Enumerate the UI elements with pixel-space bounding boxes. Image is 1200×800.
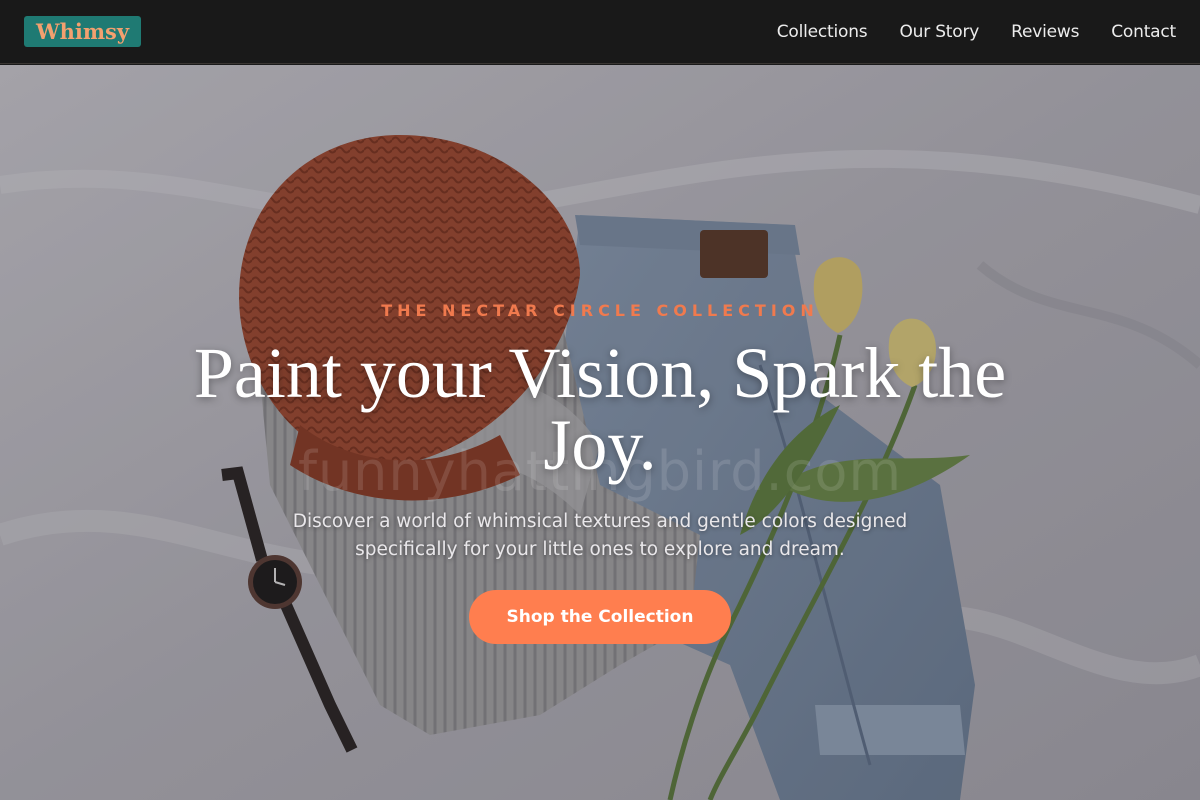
nav-contact[interactable]: Contact	[1111, 22, 1176, 42]
hero-headline: Paint your Vision, Spark the Joy.	[193, 333, 1007, 485]
hero-section: funnyhattingbird.com THE NECTAR CIRCLE C…	[0, 65, 1200, 800]
nav-collections[interactable]: Collections	[777, 22, 868, 42]
hero-subtext: Discover a world of whimsical textures a…	[292, 511, 908, 560]
shop-collection-button[interactable]: Shop the Collection	[469, 590, 731, 644]
nav-reviews[interactable]: Reviews	[1011, 22, 1079, 42]
main-nav: Collections Our Story Reviews Contact	[777, 22, 1176, 42]
site-header: Whimsy Collections Our Story Reviews Con…	[0, 0, 1200, 64]
logo[interactable]: Whimsy	[24, 16, 142, 47]
nav-our-story[interactable]: Our Story	[899, 22, 979, 42]
hero-eyebrow: THE NECTAR CIRCLE COLLECTION	[381, 301, 819, 320]
